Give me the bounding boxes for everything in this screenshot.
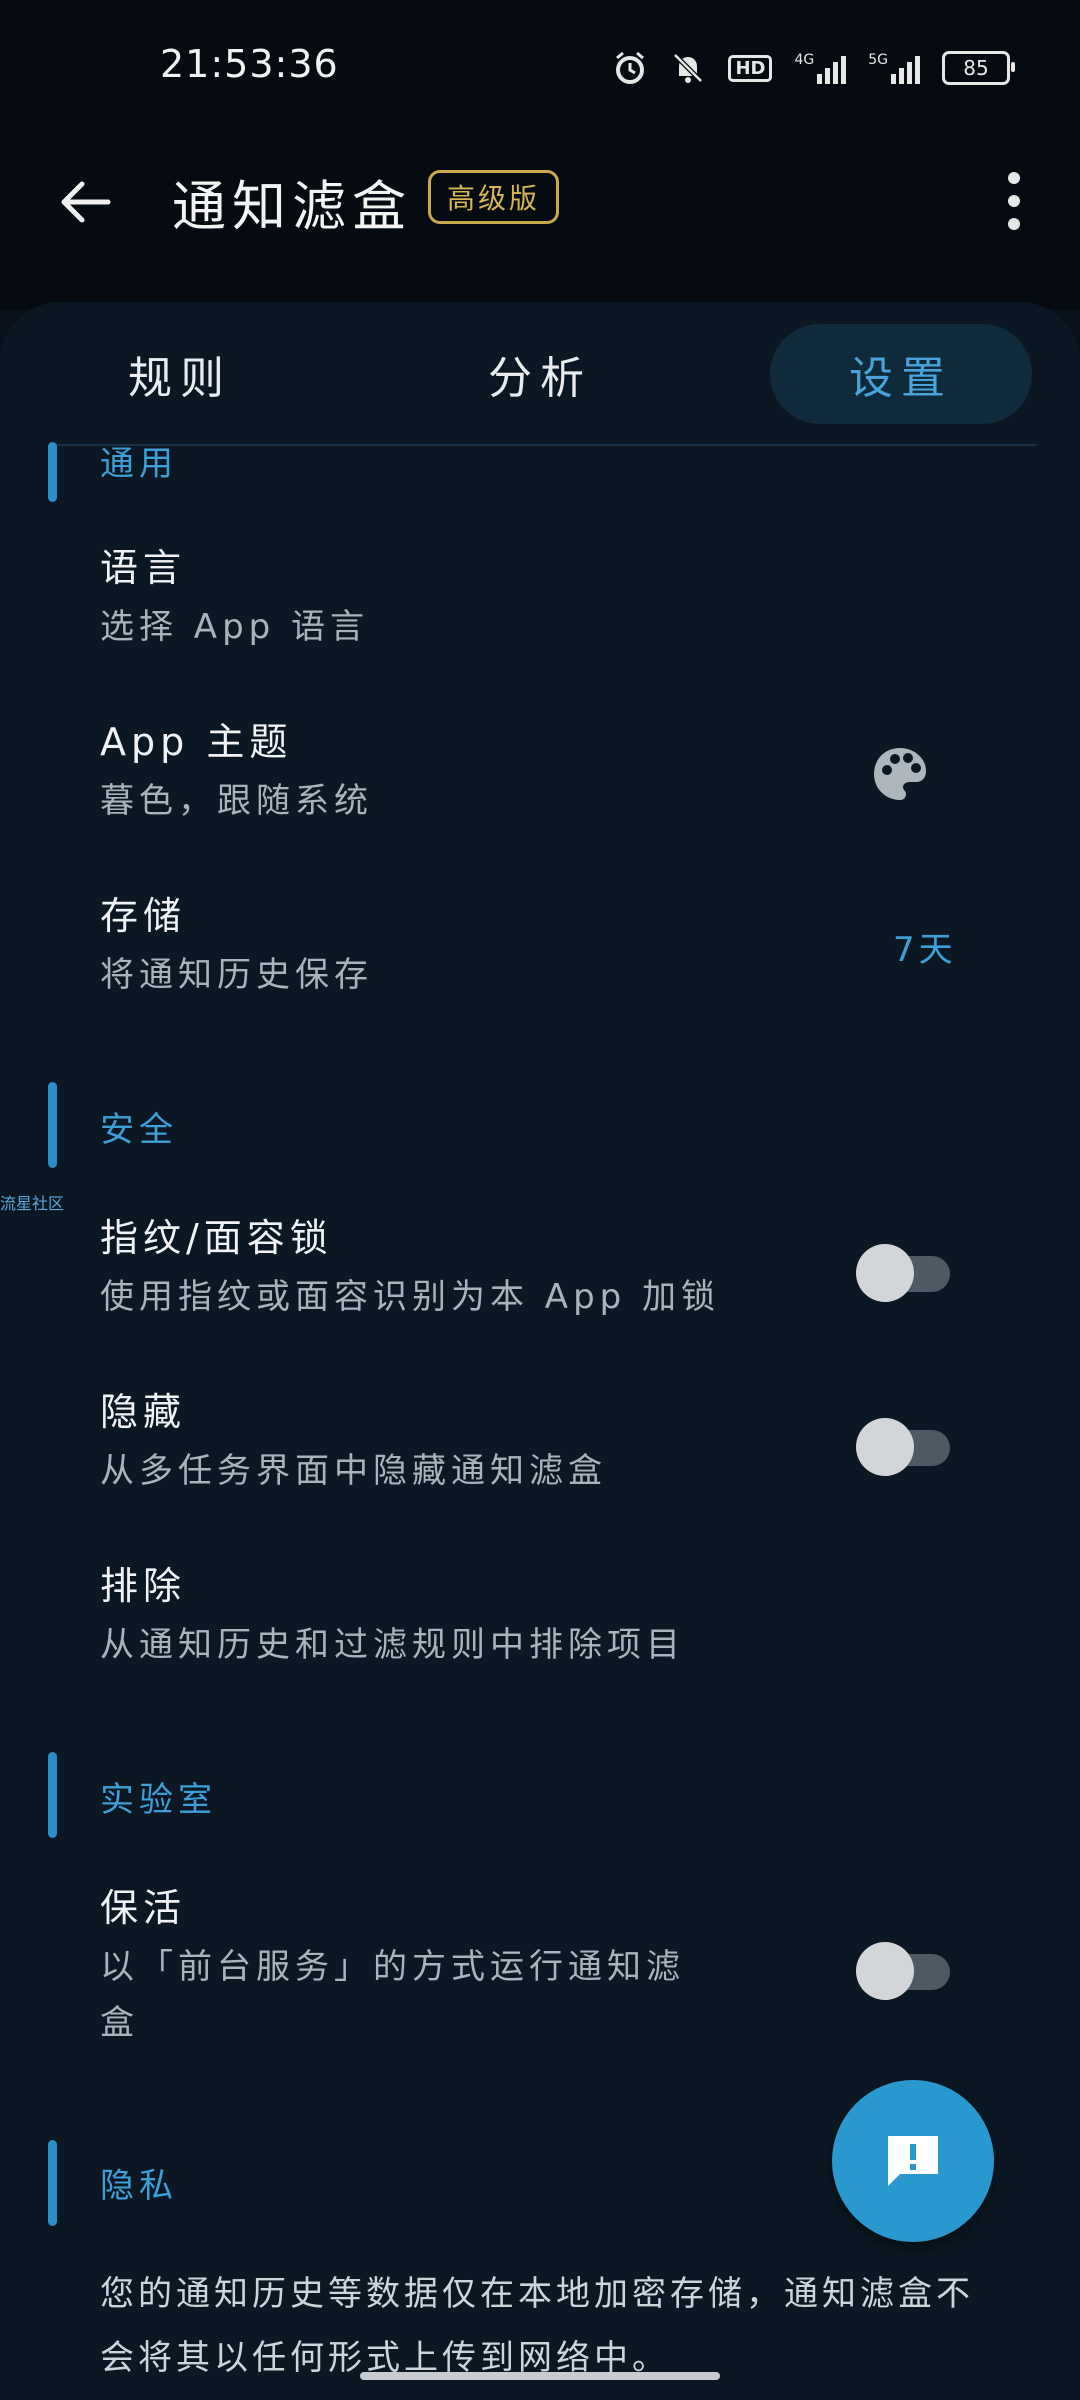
setting-storage-title: 存储 [100,894,187,938]
storage-duration-value[interactable]: 7天 [893,922,957,971]
tab-settings[interactable]: 设置 [770,324,1032,424]
watermark: 流星社区 [0,1194,65,1213]
section-indicator-security [48,1082,57,1168]
tab-rules[interactable]: 规则 [60,324,300,424]
setting-biometric-lock-title: 指纹/面容锁 [100,1216,333,1260]
setting-keep-alive-title: 保活 [100,1886,187,1930]
section-title-privacy: 隐私 [100,2166,178,2206]
setting-keep-alive-subtitle-line1: 以「前台服务」的方式运行通知滤 [100,1947,685,1987]
status-icons: HD 4G 5G 85 [612,48,1015,88]
section-indicator-lab [48,1752,57,1838]
page-title: 通知滤盒 [172,175,412,238]
net-4g-label: 4G [794,52,815,68]
feedback-icon [888,2136,938,2186]
home-indicator[interactable] [360,2372,720,2380]
setting-theme-title: App 主题 [100,720,293,764]
signal-5g-icon: 5G [868,52,920,84]
section-title-general: 通用 [100,444,178,484]
setting-language[interactable]: 语言 选择 App 语言 [100,540,980,658]
status-bar: 21:53:36 HD 4G 5G 85 [0,0,1080,140]
tab-bar: 规则 分析 设置 [0,324,1080,434]
app-bar: 通知滤盒 高级版 [0,140,1080,310]
setting-hide[interactable]: 隐藏 从多任务界面中隐藏通知滤盒 [100,1384,980,1502]
alarm-icon [616,51,645,84]
setting-keep-alive-subtitle-line2: 盒 [100,2003,139,2043]
setting-storage[interactable]: 存储 将通知历史保存 [100,888,980,1006]
setting-theme[interactable]: App 主题 暮色，跟随系统 [100,714,980,832]
section-indicator-general [48,442,57,502]
setting-biometric-lock[interactable]: 指纹/面容锁 使用指纹或面容识别为本 App 加锁 [100,1210,980,1328]
setting-storage-subtitle: 将通知历史保存 [100,955,373,995]
feedback-button[interactable] [832,2080,994,2242]
setting-biometric-lock-subtitle: 使用指纹或面容识别为本 App 加锁 [100,1277,721,1317]
back-arrow-icon[interactable] [56,172,116,232]
section-title-lab: 实验室 [100,1780,217,1820]
setting-hide-title: 隐藏 [100,1390,187,1434]
setting-exclude-title: 排除 [100,1564,187,1608]
premium-badge: 高级版 [428,170,560,224]
battery-icon: 85 [942,51,1015,85]
signal-4g-icon: 4G [794,52,847,84]
net-5g-label: 5G [868,52,888,68]
tab-analysis[interactable]: 分析 [420,324,660,424]
setting-hide-subtitle: 从多任务界面中隐藏通知滤盒 [100,1451,607,1491]
status-time: 21:53:36 [160,42,339,86]
keep-alive-toggle[interactable] [856,1942,952,2000]
hd-icon: HD [728,54,773,82]
more-options-icon[interactable] [994,166,1034,236]
tab-divider [50,444,1036,446]
setting-exclude[interactable]: 排除 从通知历史和过滤规则中排除项目 [100,1558,980,1676]
setting-exclude-subtitle: 从通知历史和过滤规则中排除项目 [100,1625,685,1665]
hide-toggle[interactable] [856,1418,952,1476]
setting-language-subtitle: 选择 App 语言 [100,607,370,647]
biometric-lock-toggle[interactable] [856,1244,952,1302]
setting-keep-alive[interactable]: 保活 以「前台服务」的方式运行通知滤 盒 [100,1880,780,2054]
section-title-security: 安全 [100,1110,178,1150]
setting-theme-subtitle: 暮色，跟随系统 [100,781,373,821]
palette-icon [874,748,926,800]
bell-off-icon [673,53,704,83]
setting-language-title: 语言 [100,546,187,590]
privacy-description: 您的通知历史等数据仅在本地加密存储，通知滤盒不会将其以任何形式上传到网络中。 [100,2274,974,2378]
battery-level: 85 [963,56,989,80]
section-indicator-privacy [48,2140,57,2226]
